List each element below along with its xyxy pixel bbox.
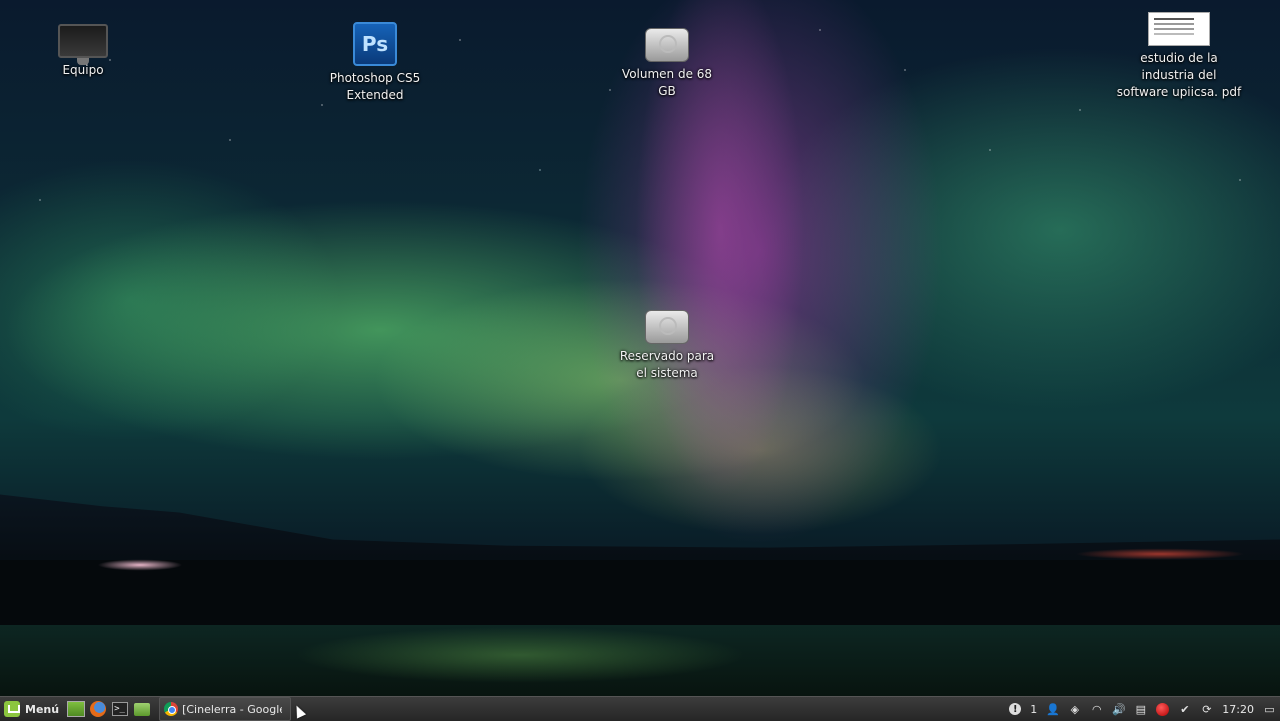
drive-icon [645,310,689,344]
taskbar-left: Menú >_ [Cinelerra - Google C [0,697,292,721]
taskbar-window-chrome[interactable]: [Cinelerra - Google C [159,697,292,721]
workspace-indicator[interactable]: 1 [1030,703,1037,716]
desktop-icon-volume[interactable]: Volumen de 68 GB [612,28,722,100]
volume-icon[interactable]: 🔊 [1112,703,1126,716]
menu-label: Menú [25,702,60,716]
wallpaper-lights-right [1040,540,1260,562]
user-icon[interactable]: 👤 [1046,703,1060,716]
drive-icon [645,28,689,62]
launcher-show-desktop[interactable] [66,699,86,719]
firefox-icon [90,701,107,717]
launcher-files[interactable] [132,699,152,719]
folder-icon [134,702,151,716]
desktop-icon-label: Photoshop CS5 Extended [329,71,421,102]
photoshop-icon: Ps [353,22,397,66]
wallpaper-lights-left [70,558,240,572]
taskbar: Menú >_ [Cinelerra - Google C ! 1 👤 ◈ ◠ … [0,696,1280,721]
desktop-icon-pdf[interactable]: estudio de la industria del software upi… [1114,12,1244,101]
wifi-icon[interactable]: ◠ [1090,703,1103,716]
system-tray: ! 1 👤 ◈ ◠ 🔊 ▤ ✔ ⟳ 17:20 ▭ [1009,697,1280,721]
desktop-icon-equipo[interactable]: Equipo [28,24,138,79]
show-desktop-tray-icon[interactable]: ▭ [1263,703,1276,716]
pdf-document-icon [1148,12,1210,46]
desktop-icon-photoshop[interactable]: Ps Photoshop CS5 Extended [320,22,430,104]
alert-icon[interactable]: ! [1009,703,1022,715]
clipboard-icon[interactable]: ▤ [1134,703,1147,716]
chrome-icon [164,702,179,716]
launcher-firefox[interactable] [88,699,108,719]
updates-icon[interactable]: ⟳ [1200,703,1213,716]
menu-button[interactable]: Menú [0,697,65,721]
network-icon[interactable]: ◈ [1068,703,1081,716]
record-icon[interactable] [1156,702,1170,716]
terminal-icon: >_ [112,702,129,716]
wallpaper-water [0,625,1280,696]
desktop-icon-reserved[interactable]: Reservado para el sistema [612,310,722,382]
desktop-icon-label: estudio de la industria del software upi… [1116,51,1242,99]
computer-icon [58,24,108,65]
shield-icon[interactable]: ✔ [1178,703,1191,716]
mint-logo-icon [4,701,20,717]
desktop-icon-label: Reservado para el sistema [619,349,715,380]
show-desktop-icon [67,701,86,717]
clock[interactable]: 17:20 [1222,703,1254,716]
taskbar-window-label: [Cinelerra - Google C [182,702,282,716]
desktop-icon-label: Volumen de 68 GB [621,67,713,98]
launcher-terminal[interactable]: >_ [110,699,130,719]
